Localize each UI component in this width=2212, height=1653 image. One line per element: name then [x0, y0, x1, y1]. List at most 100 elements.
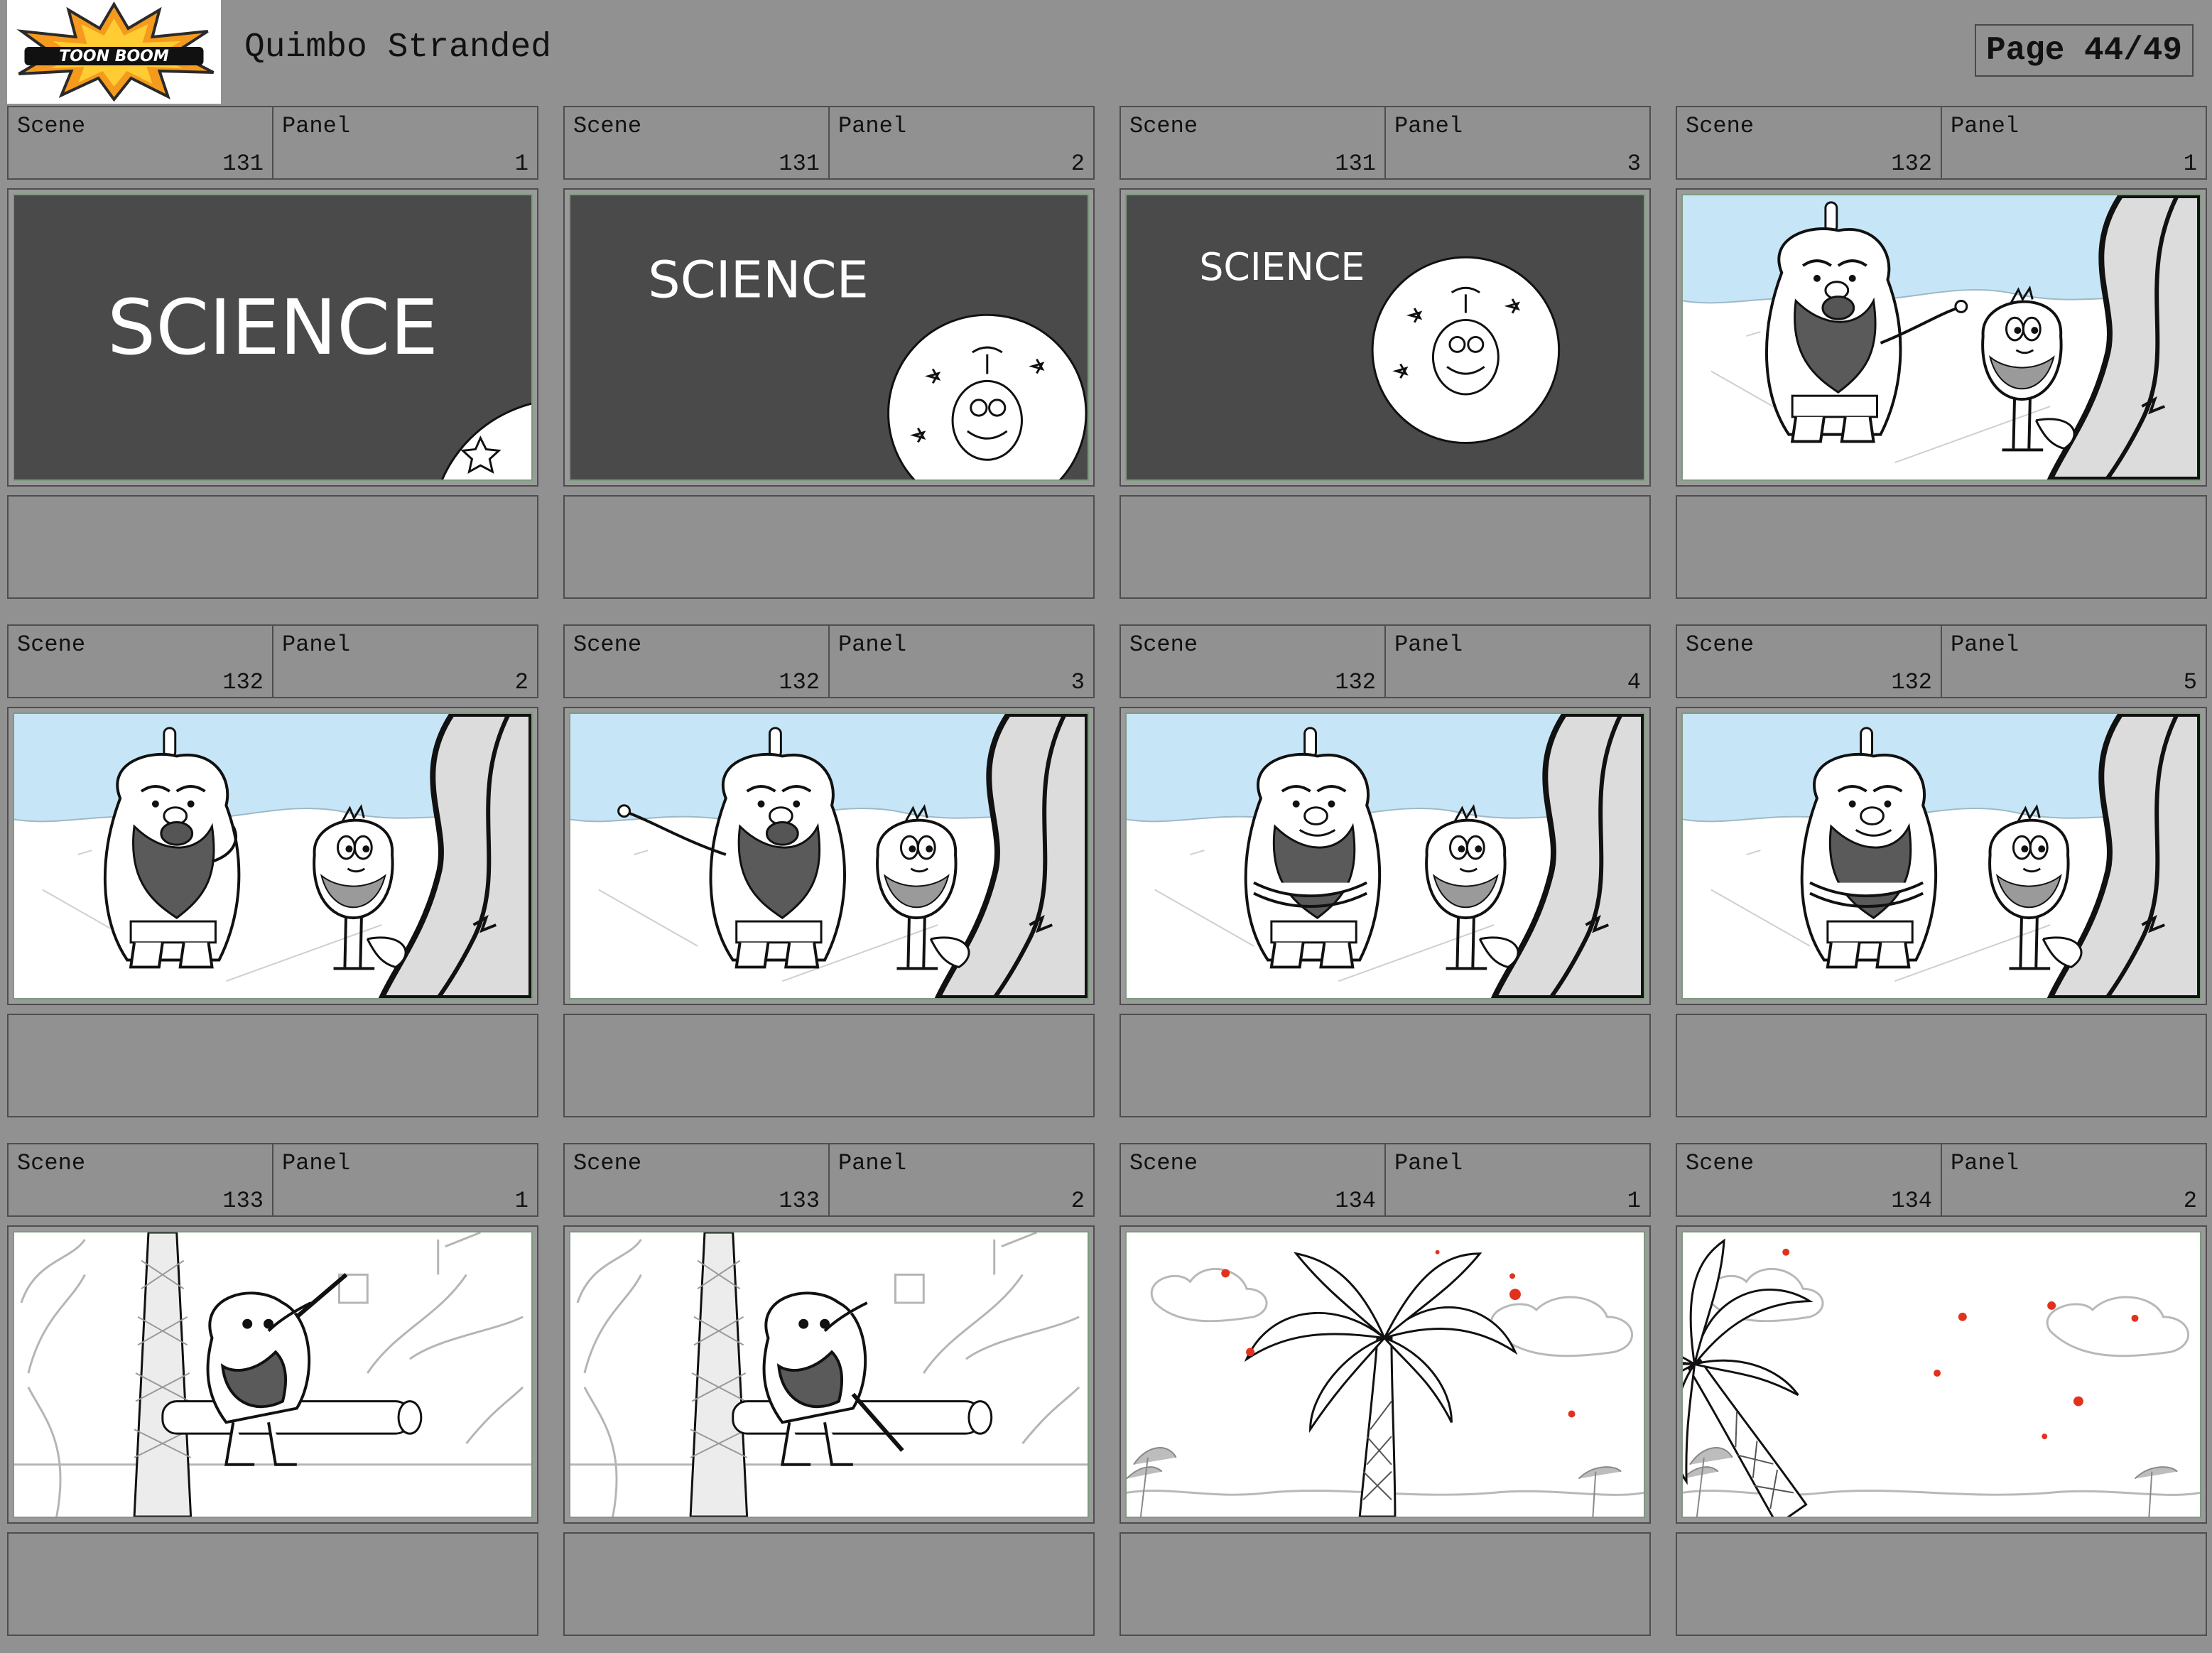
storyboard-panel[interactable]: Scene 133 Panel 1	[7, 1143, 538, 1653]
panel-notes[interactable]	[563, 1014, 1095, 1117]
panel-notes[interactable]	[1119, 1014, 1651, 1117]
panel-label: Panel	[282, 113, 351, 139]
scene-label: Scene	[573, 632, 642, 658]
panel-image[interactable]	[7, 707, 538, 1005]
beach-big-creature-pointing-left-drawing	[569, 712, 1089, 999]
beach-big-creature-arms-crossed-smile-drawing	[1681, 712, 2201, 999]
scene-cell: Scene 134	[1677, 1144, 1941, 1215]
panel-header: Scene 131 Panel 1	[7, 106, 538, 180]
panel-header: Scene 133 Panel 2	[563, 1143, 1095, 1217]
scene-number: 132	[1891, 669, 1932, 695]
science-title-card-drawing: SCIENCE	[13, 194, 533, 481]
scene-number: 132	[1891, 151, 1932, 177]
panel-header: Scene 132 Panel 2	[7, 624, 538, 698]
panel-label: Panel	[1951, 1150, 2019, 1176]
panel-label: Panel	[282, 1150, 351, 1176]
science-title-text: SCIENCE	[648, 251, 869, 310]
panel-notes[interactable]	[1119, 1532, 1651, 1636]
storyboard-panel[interactable]: Scene 131 Panel 3 SCIENCE	[1119, 106, 1651, 616]
jungle-creature-holding-stick-drawing	[13, 1231, 533, 1518]
panel-cell: Panel 4	[1384, 626, 1649, 697]
scene-cell: Scene 131	[565, 107, 828, 178]
scene-cell: Scene 132	[1677, 107, 1941, 178]
panel-notes[interactable]	[563, 495, 1095, 599]
storyboard-panel[interactable]: Scene 132 Panel 1	[1676, 106, 2207, 616]
panel-label: Panel	[1394, 113, 1463, 139]
panel-notes[interactable]	[7, 1532, 538, 1636]
panel-notes[interactable]	[7, 495, 538, 599]
panel-cell: Panel 2	[272, 626, 537, 697]
panel-cell: Panel 1	[272, 107, 537, 178]
panel-cell: Panel 2	[828, 1144, 1093, 1215]
storyboard-panel[interactable]: Scene 132 Panel 3	[563, 624, 1095, 1134]
storyboard-panel[interactable]: Scene 134 Panel 2	[1676, 1143, 2207, 1653]
scene-number: 133	[779, 1188, 820, 1214]
panel-image[interactable]	[1676, 1225, 2207, 1524]
panel-image[interactable]	[1676, 188, 2207, 487]
panel-number: 5	[2183, 669, 2197, 695]
document-title: Quimbo Stranded	[244, 28, 552, 67]
panel-label: Panel	[282, 632, 351, 658]
panel-header: Scene 131 Panel 3	[1119, 106, 1651, 180]
beach-big-creature-pointing-drawing	[1681, 194, 2201, 481]
scene-number: 132	[779, 669, 820, 695]
panel-cell: Panel 1	[1941, 107, 2206, 178]
panel-image[interactable]: SCIENCE	[563, 188, 1095, 487]
panel-image[interactable]: SCIENCE	[7, 188, 538, 487]
scene-label: Scene	[1686, 113, 1755, 139]
storyboard-panel[interactable]: Scene 131 Panel 1 SCIENCE	[7, 106, 538, 616]
panel-notes[interactable]	[1676, 1014, 2207, 1117]
panel-header: Scene 133 Panel 1	[7, 1143, 538, 1217]
panel-image[interactable]	[563, 707, 1095, 1005]
panel-cell: Panel 3	[1384, 107, 1649, 178]
storyboard-panel[interactable]: Scene 132 Panel 5	[1676, 624, 2207, 1134]
panel-image[interactable]	[563, 1225, 1095, 1524]
panel-notes[interactable]	[1119, 495, 1651, 599]
panel-notes[interactable]	[563, 1532, 1095, 1636]
scene-number: 132	[1335, 669, 1376, 695]
storyboard-panel[interactable]: Scene 131 Panel 2 SCIENCE	[563, 106, 1095, 616]
panel-image[interactable]: SCIENCE	[1119, 188, 1651, 487]
storyboard-panel[interactable]: Scene 134 Panel 1	[1119, 1143, 1651, 1653]
scene-label: Scene	[573, 113, 642, 139]
panel-header: Scene 132 Panel 3	[563, 624, 1095, 698]
scene-cell: Scene 132	[565, 626, 828, 697]
scene-number: 132	[222, 669, 264, 695]
scene-label: Scene	[1129, 1150, 1198, 1176]
storyboard-panel[interactable]: Scene 132 Panel 4	[1119, 624, 1651, 1134]
scene-cell: Scene 131	[1121, 107, 1384, 178]
scene-number: 133	[222, 1188, 264, 1214]
scene-cell: Scene 132	[9, 626, 272, 697]
panel-image[interactable]	[1119, 707, 1651, 1005]
storyboard-panel[interactable]: Scene 132 Panel 2	[7, 624, 538, 1134]
panel-number: 1	[514, 1188, 528, 1214]
panel-notes[interactable]	[1676, 495, 2207, 599]
scene-number: 131	[779, 151, 820, 177]
science-title-text: SCIENCE	[107, 284, 438, 372]
panel-header: Scene 134 Panel 2	[1676, 1143, 2207, 1217]
panel-cell: Panel 1	[272, 1144, 537, 1215]
panel-notes[interactable]	[1676, 1532, 2207, 1636]
panel-notes[interactable]	[7, 1014, 538, 1117]
panel-cell: Panel 5	[1941, 626, 2206, 697]
panel-number: 2	[2183, 1188, 2197, 1214]
panel-number: 3	[1627, 151, 1641, 177]
science-title-text: SCIENCE	[1199, 244, 1365, 289]
panel-image[interactable]	[7, 1225, 538, 1524]
panel-header: Scene 132 Panel 1	[1676, 106, 2207, 180]
logo-text: TOON BOOM	[59, 48, 169, 65]
panel-header: Scene 132 Panel 5	[1676, 624, 2207, 698]
panel-image[interactable]	[1676, 707, 2207, 1005]
scene-cell: Scene 133	[9, 1144, 272, 1215]
scene-cell: Scene 132	[1677, 626, 1941, 697]
panel-number: 2	[1070, 151, 1085, 177]
toon-boom-logo-graphic: TOON BOOM	[16, 1, 215, 102]
scene-cell: Scene 134	[1121, 1144, 1384, 1215]
scene-number: 131	[222, 151, 264, 177]
panel-label: Panel	[838, 113, 907, 139]
panel-label: Panel	[838, 1150, 907, 1176]
scene-label: Scene	[17, 1150, 86, 1176]
panel-image[interactable]	[1119, 1225, 1651, 1524]
scene-number: 131	[1335, 151, 1376, 177]
storyboard-panel[interactable]: Scene 133 Panel 2	[563, 1143, 1095, 1653]
